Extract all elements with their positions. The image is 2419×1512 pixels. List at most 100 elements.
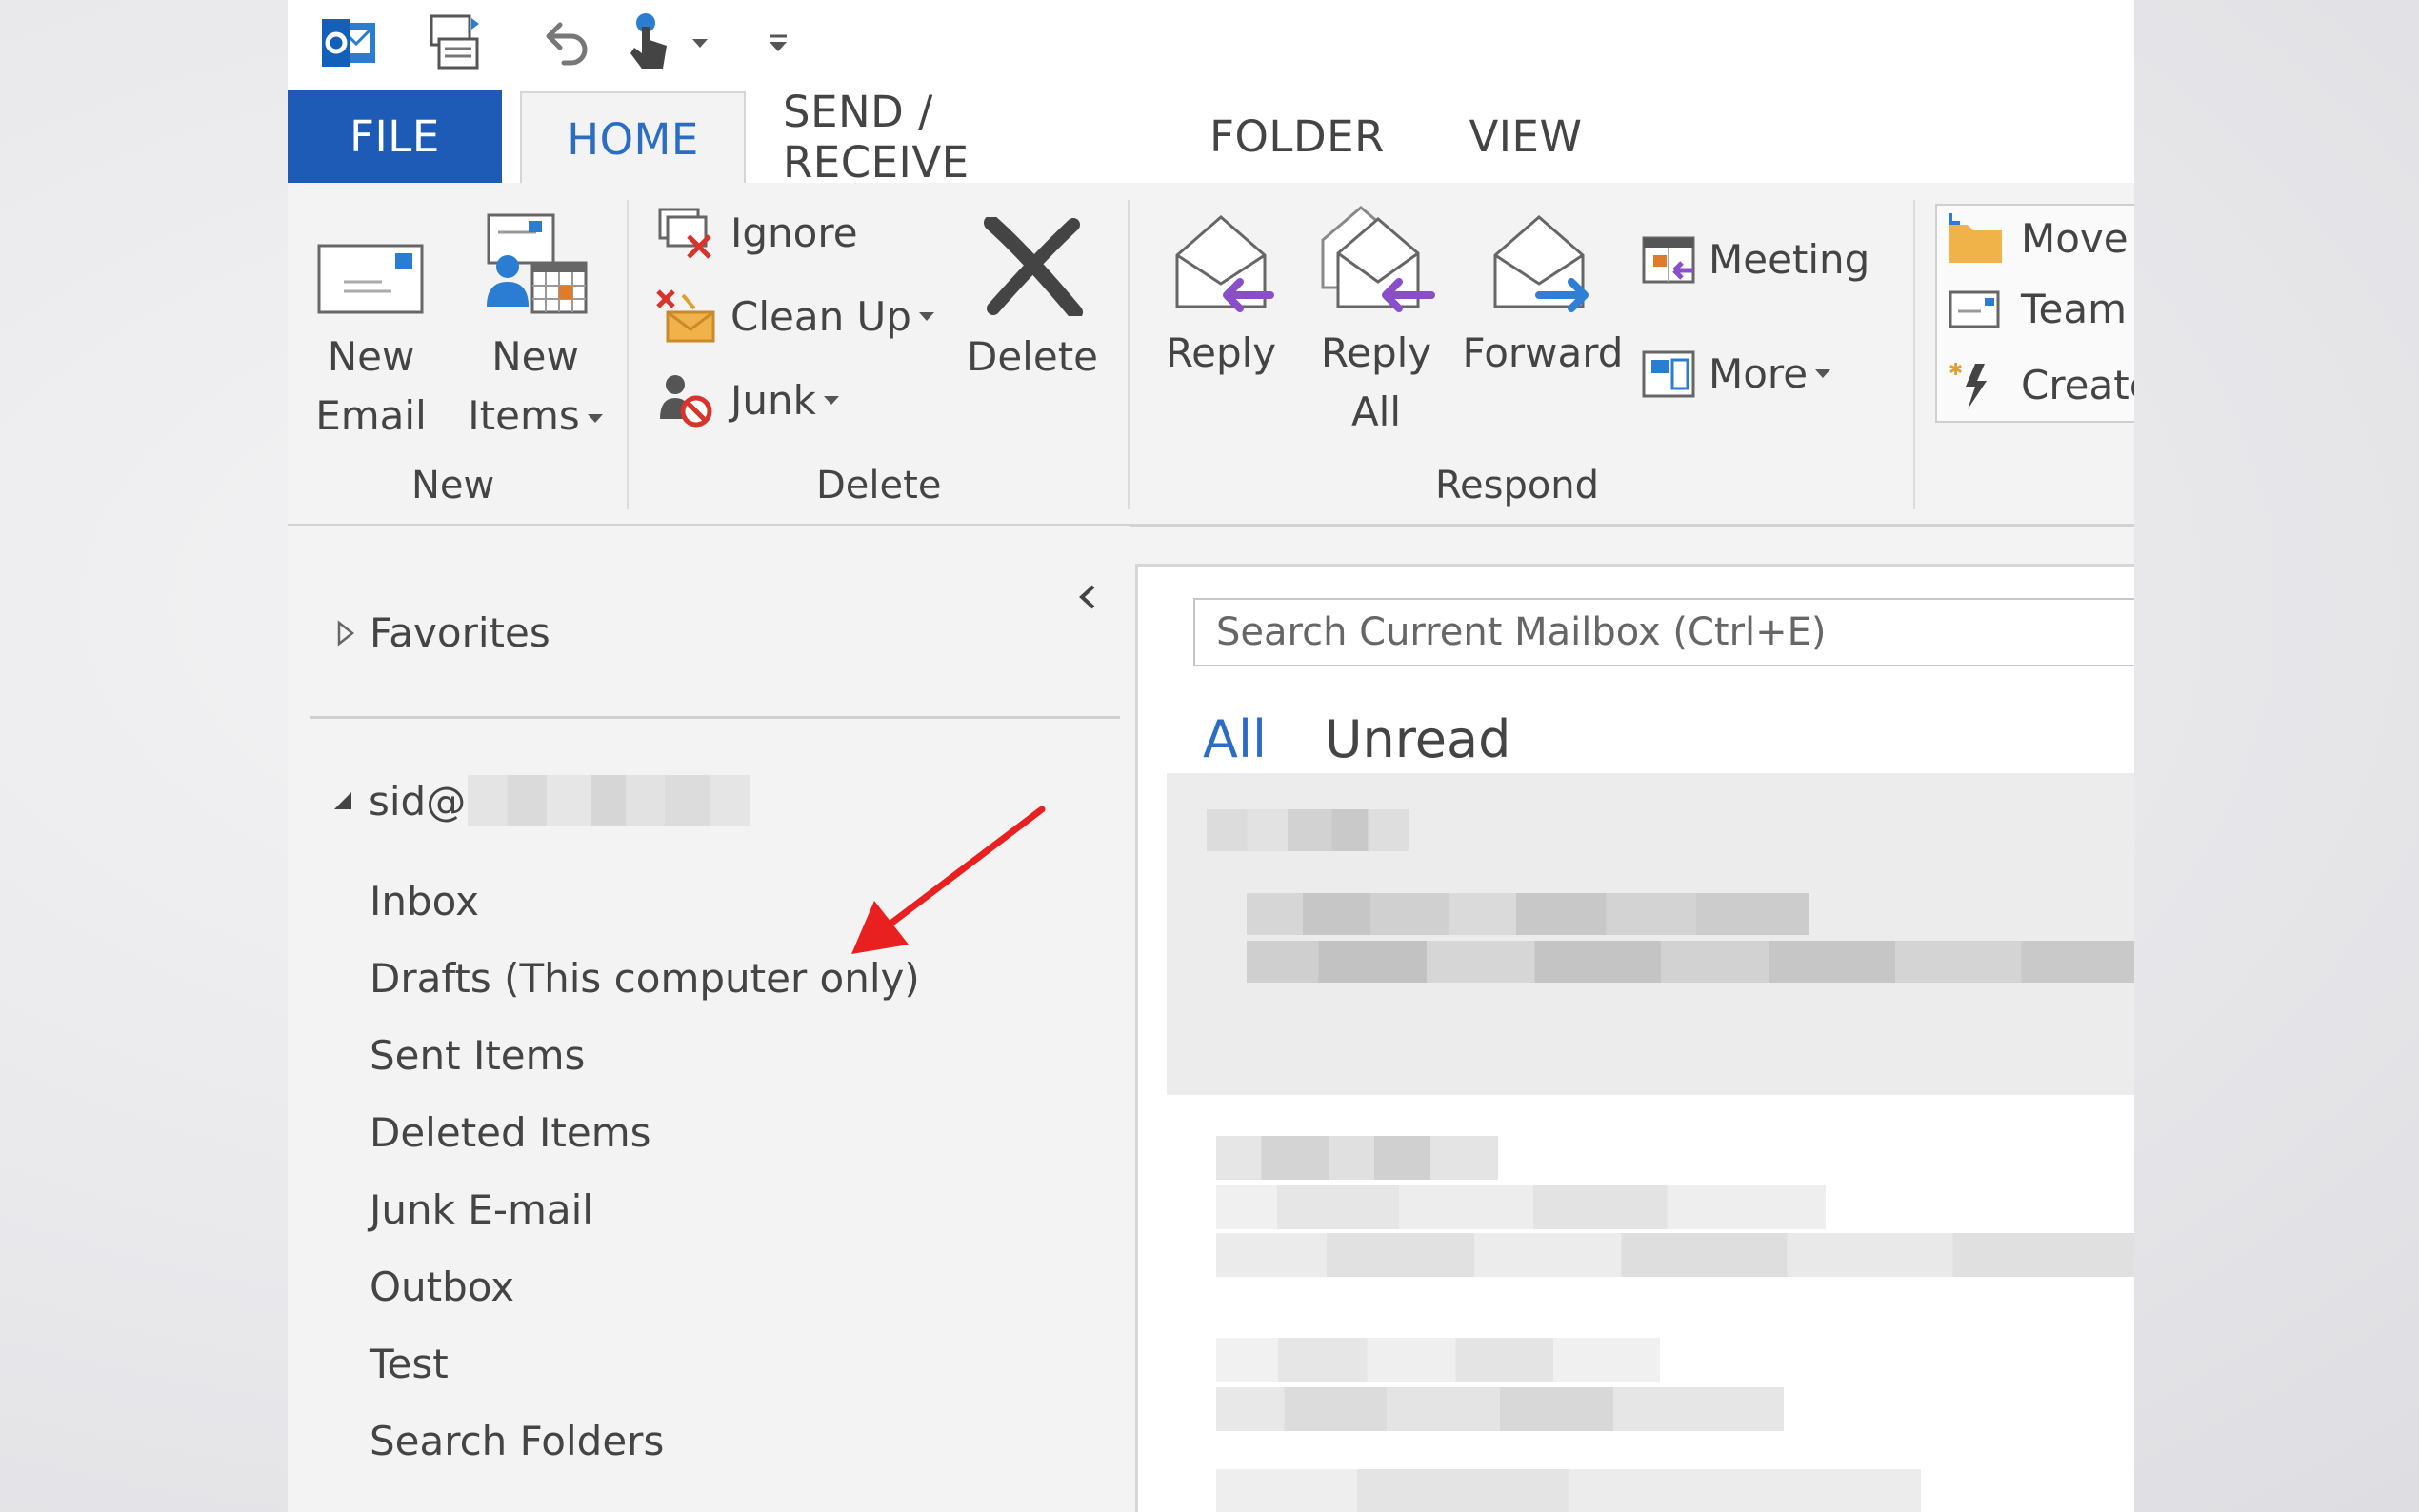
junk-caret-icon xyxy=(823,395,839,405)
folder-pane: Favorites sid@ Inbox Drafts (This comput… xyxy=(288,526,1130,1512)
reply-all-button[interactable]: Reply All xyxy=(1305,200,1448,442)
forward-label: Forward xyxy=(1462,329,1624,376)
folder-outbox[interactable]: Outbox xyxy=(370,1263,514,1310)
new-email-button[interactable]: New Email xyxy=(307,211,435,446)
filter-unread[interactable]: Unread xyxy=(1325,709,1510,769)
expand-triangle-icon xyxy=(337,619,355,647)
junk-button[interactable]: Junk xyxy=(654,371,839,428)
redacted-text xyxy=(1216,1233,2134,1277)
reply-label: Reply xyxy=(1165,329,1277,376)
new-items-button[interactable]: New Items xyxy=(459,211,611,446)
clean-up-label: Clean Up xyxy=(730,292,911,340)
redacted-text xyxy=(1216,1387,1784,1431)
clean-up-button[interactable]: Clean Up xyxy=(654,288,934,345)
favorites-label: Favorites xyxy=(370,609,550,656)
redacted-text xyxy=(1216,1185,1826,1229)
ignore-button[interactable]: Ignore xyxy=(654,204,858,261)
tab-folder[interactable]: FOLDER xyxy=(1202,90,1392,183)
group-separator xyxy=(1128,200,1130,509)
ribbon-home: New Email New Items New Ignore Clean Up … xyxy=(288,183,2134,527)
redacted-text xyxy=(1216,1338,1660,1382)
junk-icon xyxy=(660,375,712,428)
redacted-text xyxy=(1216,1136,1498,1180)
touch-mode-icon[interactable] xyxy=(621,10,678,76)
delete-icon xyxy=(966,211,1099,316)
meeting-button[interactable]: Meeting xyxy=(1640,232,1869,286)
clean-up-caret-icon xyxy=(918,311,934,321)
meeting-icon xyxy=(1642,236,1695,284)
folder-search-folders[interactable]: Search Folders xyxy=(370,1418,664,1464)
delete-button[interactable]: Delete xyxy=(966,211,1099,387)
redacted-text xyxy=(1247,941,2134,983)
team-email-icon xyxy=(1949,290,2000,328)
folder-sent-items[interactable]: Sent Items xyxy=(370,1032,585,1079)
account-email: sid@ xyxy=(369,777,467,825)
reply-icon xyxy=(1150,208,1292,316)
folder-deleted-items[interactable]: Deleted Items xyxy=(370,1109,651,1156)
folder-move-icon xyxy=(1949,213,2002,263)
tab-view[interactable]: VIEW xyxy=(1459,90,1592,183)
undo-icon[interactable] xyxy=(530,10,597,76)
annotation-arrow-icon xyxy=(851,806,1046,954)
more-respond-button[interactable]: More xyxy=(1640,347,1831,400)
quick-step-team-label: Team xyxy=(2021,286,2128,332)
meeting-label: Meeting xyxy=(1709,235,1870,283)
more-respond-icon xyxy=(1642,350,1695,398)
tab-file[interactable]: FILE xyxy=(288,90,502,183)
svg-text:✱: ✱ xyxy=(1949,360,1963,380)
collapse-folder-pane-icon[interactable] xyxy=(1076,581,1099,617)
more-respond-label: More xyxy=(1709,349,1809,397)
group-separator xyxy=(627,200,629,509)
group-label-new: New xyxy=(411,464,495,507)
favorites-header[interactable]: Favorites xyxy=(335,609,550,656)
message-list-pane: Search Current Mailbox (Ctrl+E) All Unre… xyxy=(1135,564,2134,1512)
outlook-logo-icon xyxy=(316,10,383,76)
tab-send-receive[interactable]: SEND / RECEIVE xyxy=(783,87,1059,188)
create-new-icon: ✱ xyxy=(1949,360,1987,409)
folder-junk-email[interactable]: Junk E-mail xyxy=(370,1186,593,1233)
quick-step-move[interactable]: Move xyxy=(1947,211,2129,265)
clean-up-icon xyxy=(656,289,715,343)
redacted-text xyxy=(1207,809,1409,851)
new-items-label-2: Items xyxy=(459,387,611,446)
new-items-icon xyxy=(459,211,611,316)
new-items-caret-icon xyxy=(587,414,603,423)
send-receive-all-icon[interactable] xyxy=(421,10,488,76)
reply-button[interactable]: Reply xyxy=(1150,208,1292,383)
quick-step-create-label: Create xyxy=(2021,361,2134,408)
collapse-triangle-icon xyxy=(334,792,351,809)
new-email-icon xyxy=(307,211,435,316)
reply-all-label-2: All xyxy=(1350,388,1402,435)
customize-toolbar-icon[interactable] xyxy=(759,10,797,76)
quick-access-toolbar xyxy=(288,0,2134,90)
reply-all-label: Reply xyxy=(1320,329,1432,376)
message-item-selected[interactable] xyxy=(1167,773,2134,1095)
forward-icon xyxy=(1457,208,1629,316)
search-mailbox-placeholder: Search Current Mailbox (Ctrl+E) xyxy=(1216,610,1827,654)
new-items-label-text: Items xyxy=(468,392,580,439)
touch-dropdown-caret-icon[interactable] xyxy=(686,10,714,76)
group-label-respond: Respond xyxy=(1435,464,1600,507)
redacted-text xyxy=(1216,1469,1921,1512)
ignore-label: Ignore xyxy=(730,209,858,256)
folder-test[interactable]: Test xyxy=(370,1341,449,1387)
forward-button[interactable]: Forward xyxy=(1457,208,1629,383)
redacted-text xyxy=(1247,893,1809,935)
new-email-label: New xyxy=(327,333,415,380)
account-header[interactable]: sid@ xyxy=(330,775,750,826)
new-email-label-2: Email xyxy=(315,392,427,439)
ignore-icon xyxy=(658,208,711,259)
reply-all-icon xyxy=(1305,200,1448,316)
filter-all[interactable]: All xyxy=(1203,709,1267,769)
quick-step-team[interactable]: Team xyxy=(1947,286,2127,332)
tab-home[interactable]: HOME xyxy=(520,91,746,186)
ribbon-tabs: FILE HOME SEND / RECEIVE FOLDER VIEW xyxy=(288,87,2134,188)
search-mailbox-input[interactable]: Search Current Mailbox (Ctrl+E) xyxy=(1193,598,2134,666)
folder-drafts[interactable]: Drafts (This computer only) xyxy=(370,955,920,1002)
favorites-divider xyxy=(310,716,1120,719)
account-email-redacted xyxy=(468,775,750,826)
folder-inbox[interactable]: Inbox xyxy=(370,878,479,925)
new-items-label: New xyxy=(491,333,579,380)
quick-step-create[interactable]: ✱ Create xyxy=(1947,358,2134,411)
quick-step-move-label: Move xyxy=(2021,214,2129,262)
